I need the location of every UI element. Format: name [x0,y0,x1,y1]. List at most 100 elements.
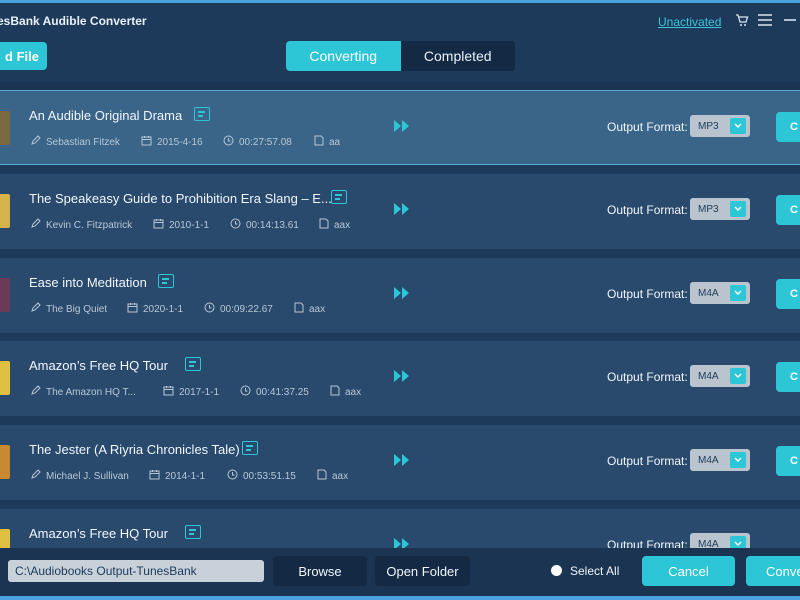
app-title: esBank Audible Converter [0,14,147,28]
list-item[interactable]: The Jester (A Riyria Chronicles Tale) Mic… [0,425,800,500]
author-icon [30,135,41,149]
book-title: An Audible Original Drama [29,108,183,123]
tab-completed[interactable]: Completed [400,41,515,71]
list-item[interactable]: Ease into Meditation The Big Quiet 2020-1-… [0,258,800,333]
book-title: Amazon’s Free HQ Tour [29,358,168,373]
list-item[interactable]: An Audible Original Drama Sebastian Fitze… [0,90,800,165]
info-icon[interactable] [194,107,210,121]
play-forward-icon[interactable] [393,453,411,472]
title-bar: esBank Audible Converter Unactivated [0,3,800,37]
info-icon[interactable] [242,441,258,455]
extension-text: aa [329,136,341,148]
book-title: The Speakeasy Guide to Prohibition Era S… [29,191,332,206]
convert-row-button[interactable]: C [776,362,800,392]
author-icon [30,218,41,232]
book-author: Michael J. Sullivan [30,469,129,483]
book-extension: aa [314,135,340,149]
author-text: The Big Quiet [46,303,108,315]
extension-text: aax [334,219,351,231]
minimize-icon[interactable] [782,12,798,28]
cancel-button[interactable]: Cancel [642,556,735,586]
duration-text: 00:53:51.15 [243,470,296,482]
add-file-button[interactable]: d File [0,42,47,70]
book-cover [0,278,10,312]
file-icon [319,218,329,232]
select-all-radio[interactable] [551,565,562,576]
book-title: Amazon’s Free HQ Tour [29,526,168,541]
open-folder-button[interactable]: Open Folder [375,556,470,586]
chevron-down-icon [730,368,746,384]
book-date: 2014-1-1 [149,469,205,483]
book-extension: aax [317,469,348,483]
convert-row-button[interactable]: C [776,195,800,225]
date-text: 2020-1-1 [143,303,184,315]
book-cover [0,361,10,395]
author-icon [30,469,41,483]
play-forward-icon[interactable] [393,119,411,138]
output-format-value: MP3 [698,203,719,215]
info-icon[interactable] [331,190,347,204]
book-duration: 00:41:37.25 [240,385,309,399]
select-all-label: Select All [570,564,620,578]
book-extension: aax [294,302,325,316]
calendar-icon [149,469,160,483]
output-format-select[interactable]: M4A [690,282,750,304]
play-forward-icon[interactable] [393,286,411,305]
info-icon[interactable] [185,357,201,371]
list-top-divider [0,82,800,90]
unactivated-link[interactable]: Unactivated [658,15,721,29]
play-forward-icon[interactable] [393,369,411,388]
tab-converting[interactable]: Converting [286,41,401,71]
convert-row-button[interactable]: C [776,279,800,309]
clock-icon [223,135,234,149]
convert-all-button[interactable]: Conve [746,556,800,586]
duration-text: 00:09:22.67 [220,303,273,315]
book-duration: 00:53:51.15 [227,469,296,483]
output-format-select[interactable]: M4A [690,449,750,471]
output-format-label: Output Format: [607,203,688,217]
chevron-down-icon [730,201,746,217]
menu-icon[interactable] [757,12,773,28]
book-cover [0,111,10,145]
output-format-value: M4A [698,454,719,466]
convert-row-button[interactable]: C [776,112,800,142]
output-format-select[interactable]: M4A [690,365,750,387]
output-format-select[interactable]: MP3 [690,198,750,220]
extension-text: aax [332,470,349,482]
chevron-down-icon [730,285,746,301]
author-text: The Amazon HQ T... [46,386,136,398]
book-cover [0,445,10,479]
play-forward-icon[interactable] [393,202,411,221]
calendar-icon [163,385,174,399]
clock-icon [230,218,241,232]
info-icon[interactable] [158,274,174,288]
date-text: 2014-1-1 [165,470,206,482]
extension-text: aax [345,386,362,398]
output-format-label: Output Format: [607,120,688,134]
clock-icon [204,302,215,316]
cart-icon[interactable] [734,12,750,28]
output-format-label: Output Format: [607,370,688,384]
author-icon [30,302,41,316]
output-format-select[interactable]: MP3 [690,115,750,137]
book-duration: 00:27:57.08 [223,135,292,149]
convert-row-button[interactable]: C [776,446,800,476]
book-date: 2020-1-1 [127,302,183,316]
calendar-icon [153,218,164,232]
browse-button[interactable]: Browse [273,556,367,586]
output-format-value: M4A [698,287,719,299]
tab-bar: Converting Completed [286,41,515,71]
book-author: Sebastian Fitzek [30,135,120,149]
author-text: Sebastian Fitzek [46,136,120,148]
duration-text: 00:41:37.25 [256,386,309,398]
output-path-input[interactable] [8,560,264,582]
duration-text: 00:27:57.08 [239,136,292,148]
list-item[interactable]: The Speakeasy Guide to Prohibition Era S… [0,174,800,249]
calendar-icon [141,135,152,149]
list-item[interactable]: Amazon’s Free HQ Tour The Amazon HQ T... 2… [0,341,800,416]
date-text: 2015-4-16 [157,136,203,148]
book-date: 2010-1-1 [153,218,209,232]
duration-text: 00:14:13.61 [246,219,299,231]
info-icon[interactable] [185,525,201,539]
chevron-down-icon [730,452,746,468]
